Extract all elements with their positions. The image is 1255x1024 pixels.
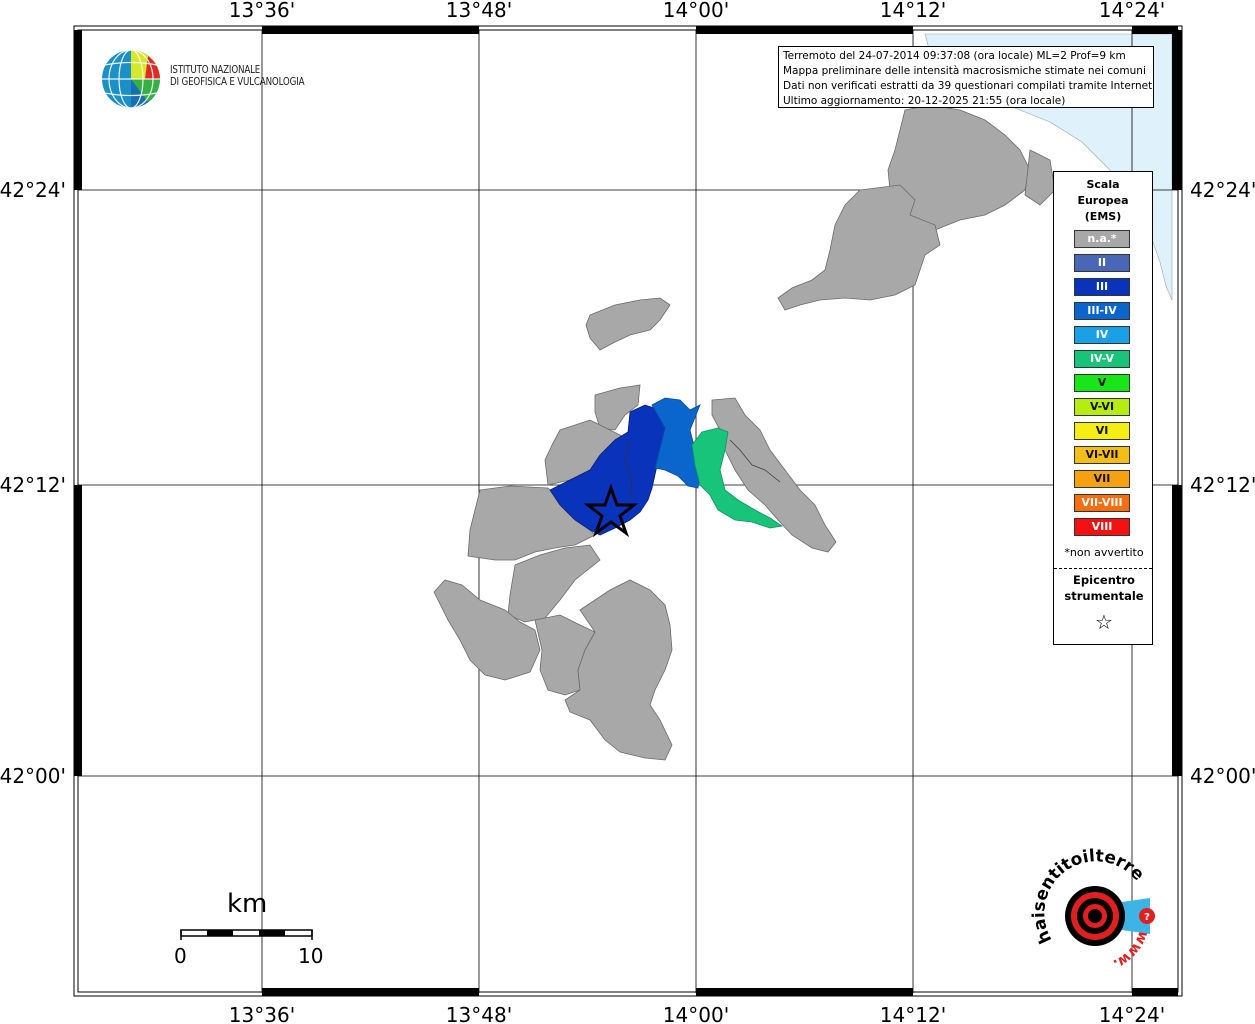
- legend-item: V-VI: [1074, 398, 1130, 416]
- legend-item: VII: [1074, 470, 1130, 488]
- legend-title-line: Scala: [1086, 178, 1120, 191]
- legend-item: VI-VII: [1074, 446, 1130, 464]
- tick-label: 14°12': [880, 0, 946, 22]
- legend-item: V: [1074, 374, 1130, 392]
- tick-label: 42°00': [0, 764, 66, 788]
- legend-item: VI: [1074, 422, 1130, 440]
- scale-unit: km: [227, 889, 268, 919]
- legend-item: III-IV: [1074, 302, 1130, 320]
- scale-bar: [180, 929, 313, 940]
- tick-label: 42°12': [0, 473, 66, 497]
- event-info-line: Mappa preliminare delle intensità macros…: [783, 65, 1146, 77]
- star-outline-icon: ☆: [1095, 610, 1113, 634]
- left-tick-labels: 42°24' 42°12' 42°00': [0, 178, 66, 788]
- svg-text:?: ?: [1144, 912, 1150, 923]
- event-info-line: Terremoto del 24-07-2014 09:37:08 (ora l…: [783, 50, 1126, 62]
- tick-label: 42°24': [1190, 178, 1255, 202]
- tick-label: 42°24': [0, 178, 66, 202]
- tick-label: 14°00': [663, 1003, 729, 1024]
- ems-legend: Scala Europea (EMS) n.a.* II III III-IV IV IV…: [1053, 171, 1153, 645]
- legend-title: Scala Europea (EMS): [1054, 177, 1152, 225]
- legend-item: II: [1074, 254, 1130, 272]
- event-info-box: Terremoto del 24-07-2014 09:37:08 (ora l…: [778, 46, 1154, 108]
- event-info-line: Ultimo aggiornamento: 20-12-2025 21:55 (…: [783, 95, 1066, 107]
- tick-label: 14°12': [880, 1003, 946, 1024]
- tick-label: 42°12': [1190, 473, 1255, 497]
- tick-label: 13°36': [229, 1003, 295, 1024]
- bottom-tick-labels: 13°36' 13°48' 14°00' 14°12' 14°24': [229, 1003, 1165, 1024]
- legend-item: IV: [1074, 326, 1130, 344]
- legend-title-line: Europea: [1077, 194, 1129, 207]
- tick-label: 13°48': [446, 0, 512, 22]
- legend-item: VIII: [1074, 518, 1130, 536]
- top-tick-labels: 13°36' 13°48' 14°00' 14°12' 14°24': [229, 0, 1165, 22]
- tick-label: 14°00': [663, 0, 729, 22]
- legend-item: n.a.*: [1074, 230, 1130, 248]
- tick-label: 14°24': [1099, 1003, 1165, 1024]
- legend-items: n.a.* II III III-IV IV IV-V V V-VI VI VI-VII VII VI…: [1074, 230, 1130, 542]
- municipalities-not-felt: [433, 104, 1056, 761]
- legend-epicenter-line: Epicentro: [1073, 573, 1135, 587]
- legend-epicenter-line: strumentale: [1064, 589, 1144, 603]
- tick-label: 13°36': [229, 0, 295, 22]
- tick-label: 14°24': [1099, 0, 1165, 22]
- ingv-line2: DI GEOFISICA E VULCANOLOGIA: [170, 75, 305, 88]
- legend-note: *non avvertito: [1064, 546, 1144, 559]
- event-info-line: Dati non verificati estratti da 39 quest…: [783, 80, 1154, 92]
- tick-label: 42°00': [1190, 764, 1255, 788]
- legend-epicenter-label: Epicentro strumentale: [1054, 572, 1154, 604]
- ingv-logo-text: ISTITUTO NAZIONALE DI GEOFISICA E VULCAN…: [170, 64, 305, 88]
- ingv-logo-globe: [102, 49, 160, 109]
- legend-divider: [1054, 568, 1152, 569]
- legend-title-line: (EMS): [1084, 210, 1122, 223]
- legend-item: IV-V: [1074, 350, 1130, 368]
- scale-start: 0: [174, 944, 187, 968]
- right-tick-labels: 42°24' 42°12' 42°00': [1190, 178, 1255, 788]
- legend-item: VII-VIII: [1074, 494, 1130, 512]
- scale-end: 10: [298, 944, 324, 968]
- legend-item: III: [1074, 278, 1130, 296]
- tick-label: 13°48': [446, 1003, 512, 1024]
